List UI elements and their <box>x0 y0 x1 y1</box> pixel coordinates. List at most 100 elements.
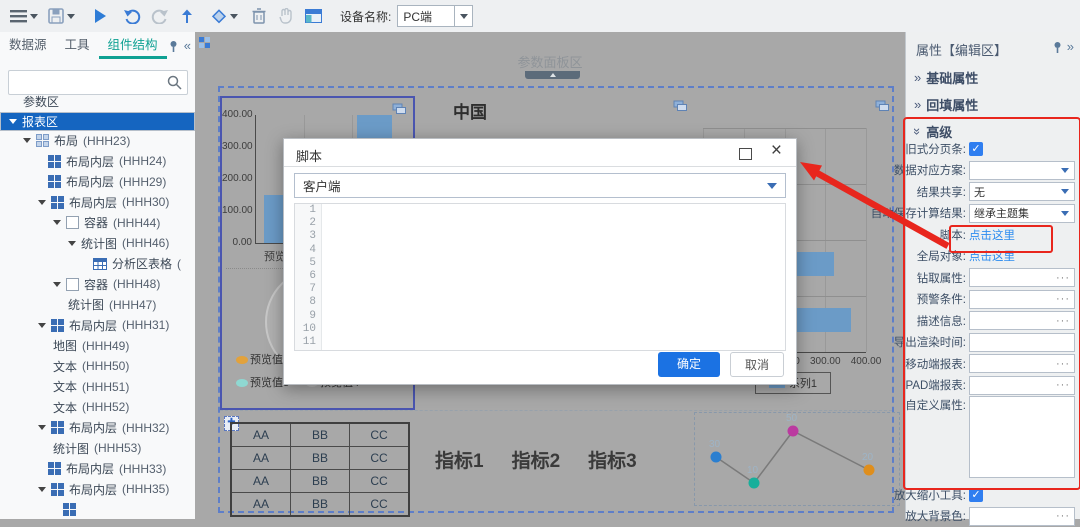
expand-arrow-icon[interactable] <box>68 241 76 246</box>
tree-item[interactable]: 参数区 <box>0 91 195 112</box>
panel-layout-button[interactable] <box>305 9 322 23</box>
ellipsis-button[interactable]: ··· <box>1056 510 1074 522</box>
select[interactable] <box>969 161 1075 180</box>
tree-item[interactable]: 布局内层(HHH24) <box>0 151 195 172</box>
ok-button[interactable]: 确定 <box>658 352 720 377</box>
text-field[interactable]: ··· <box>969 376 1075 395</box>
text-field[interactable]: ··· <box>969 507 1075 526</box>
tree-item[interactable]: 统计图(HHH53) <box>0 438 195 459</box>
tree-item[interactable]: 布局(HHH23) <box>0 131 195 152</box>
menu-button[interactable] <box>10 9 38 23</box>
revert-button[interactable] <box>179 8 195 24</box>
table-cell[interactable]: BB <box>291 470 350 493</box>
tree-item[interactable] <box>0 500 195 521</box>
expand-panel-icon[interactable]: » <box>1067 39 1074 54</box>
select[interactable]: 继承主题集 <box>969 204 1075 223</box>
expand-arrow-icon[interactable] <box>38 200 46 205</box>
expand-arrow-icon[interactable] <box>38 487 46 492</box>
format-brush-button[interactable] <box>278 8 293 24</box>
expand-arrow-icon[interactable] <box>23 138 31 143</box>
table-cell[interactable]: CC <box>350 493 410 517</box>
text-field[interactable] <box>969 333 1075 352</box>
code-area[interactable] <box>322 204 785 350</box>
section-basic-properties[interactable]: » 基础属性 <box>914 68 978 87</box>
ellipsis-button[interactable]: ··· <box>1056 293 1074 305</box>
ellipsis-button[interactable]: ··· <box>1056 315 1074 327</box>
textarea[interactable] <box>969 396 1075 478</box>
section-label: 基础属性 <box>926 68 978 87</box>
ellipsis-button[interactable]: ··· <box>1056 379 1074 391</box>
save-button[interactable] <box>48 8 75 24</box>
table-cell[interactable]: AA <box>231 447 291 470</box>
tab-tools[interactable]: 工具 <box>56 29 99 59</box>
tree-item[interactable]: 布局内层(HHH31) <box>0 315 195 336</box>
select[interactable]: 无 <box>969 182 1075 201</box>
delete-button[interactable] <box>252 8 266 24</box>
text-field[interactable]: ··· <box>969 311 1075 330</box>
table-cell[interactable]: CC <box>350 447 410 470</box>
script-language-select[interactable]: 客户端 <box>294 173 786 198</box>
tab-datasource[interactable]: 数据源 <box>0 29 56 59</box>
pin-icon[interactable] <box>1052 41 1063 53</box>
tree-item[interactable]: 报表区 <box>0 112 195 131</box>
text-field[interactable]: ··· <box>969 290 1075 309</box>
text-field[interactable]: ··· <box>969 268 1075 287</box>
table-cell[interactable]: CC <box>350 470 410 493</box>
tree-item[interactable]: 分析区表格( <box>0 254 195 275</box>
data-table[interactable]: AABBCCAABBCCAABBCCAABBCC <box>230 422 410 517</box>
grid-handle-icon[interactable] <box>199 37 210 48</box>
tree-item[interactable]: 文本(HHH50) <box>0 356 195 377</box>
undo-button[interactable] <box>123 8 141 24</box>
ellipsis-button[interactable]: ··· <box>1056 358 1074 370</box>
tree-item[interactable]: 布局内层(HHH32) <box>0 418 195 439</box>
table-cell[interactable]: AA <box>231 470 291 493</box>
link[interactable]: 点击这里 <box>969 251 1015 263</box>
table-cell[interactable]: BB <box>291 447 350 470</box>
checkbox[interactable] <box>969 142 983 156</box>
close-icon[interactable]: × <box>771 140 782 162</box>
tree-item[interactable]: 布局内层(HHH30) <box>0 192 195 213</box>
tree-item[interactable]: 统计图(HHH47) <box>0 295 195 316</box>
device-select[interactable]: PC端 <box>397 5 473 27</box>
param-panel-handle[interactable] <box>525 71 580 79</box>
tree-item[interactable]: 容器(HHH44) <box>0 213 195 234</box>
text-field[interactable]: ··· <box>969 354 1075 373</box>
table-cell[interactable]: BB <box>291 423 350 447</box>
tree-item[interactable]: 布局内层(HHH35) <box>0 479 195 500</box>
pin-icon[interactable] <box>168 40 179 52</box>
cancel-button[interactable]: 取消 <box>730 352 784 377</box>
tree-item[interactable]: 容器(HHH48) <box>0 274 195 295</box>
chart-settings-icon[interactable] <box>392 103 407 115</box>
tree-item[interactable]: 统计图(HHH46) <box>0 233 195 254</box>
tree-item[interactable]: 地图(HHH49) <box>0 336 195 357</box>
redo-button[interactable] <box>151 8 169 24</box>
chart-settings-icon[interactable] <box>673 100 688 112</box>
expand-arrow-icon[interactable] <box>53 220 61 225</box>
expand-arrow-icon[interactable] <box>38 425 46 430</box>
tree-item[interactable]: 布局内层(HHH29) <box>0 172 195 193</box>
tab-component-structure[interactable]: 组件结构 <box>99 29 167 59</box>
run-button[interactable] <box>93 8 107 24</box>
table-cell[interactable]: AA <box>231 423 291 447</box>
table-cell[interactable]: CC <box>350 423 410 447</box>
table-cell[interactable]: BB <box>291 493 350 517</box>
chevron-down-icon[interactable] <box>454 6 472 26</box>
link[interactable]: 点击这里 <box>969 230 1015 242</box>
tree-item[interactable]: 文本(HHH51) <box>0 377 195 398</box>
table-cell[interactable]: AA <box>231 493 291 517</box>
expand-arrow-icon[interactable] <box>9 119 17 124</box>
expand-arrow-icon[interactable] <box>53 282 61 287</box>
section-backfill-properties[interactable]: » 回填属性 <box>914 95 978 114</box>
line-chart-panel[interactable]: 30105020 <box>694 412 900 506</box>
tree-item[interactable]: 文本(HHH52) <box>0 397 195 418</box>
expand-arrow-icon[interactable] <box>38 323 46 328</box>
tree-item-label: 布局内层 <box>69 194 117 211</box>
script-code-editor[interactable]: 1234567891011 <box>294 203 786 351</box>
chart-settings-icon[interactable] <box>875 100 890 112</box>
ellipsis-button[interactable]: ··· <box>1056 272 1074 284</box>
checkbox[interactable] <box>969 488 983 502</box>
maximize-icon[interactable] <box>739 148 752 160</box>
tree-item[interactable]: 布局内层(HHH33) <box>0 459 195 480</box>
collapse-panel-icon[interactable]: « <box>184 38 191 53</box>
component-button[interactable] <box>211 8 238 24</box>
